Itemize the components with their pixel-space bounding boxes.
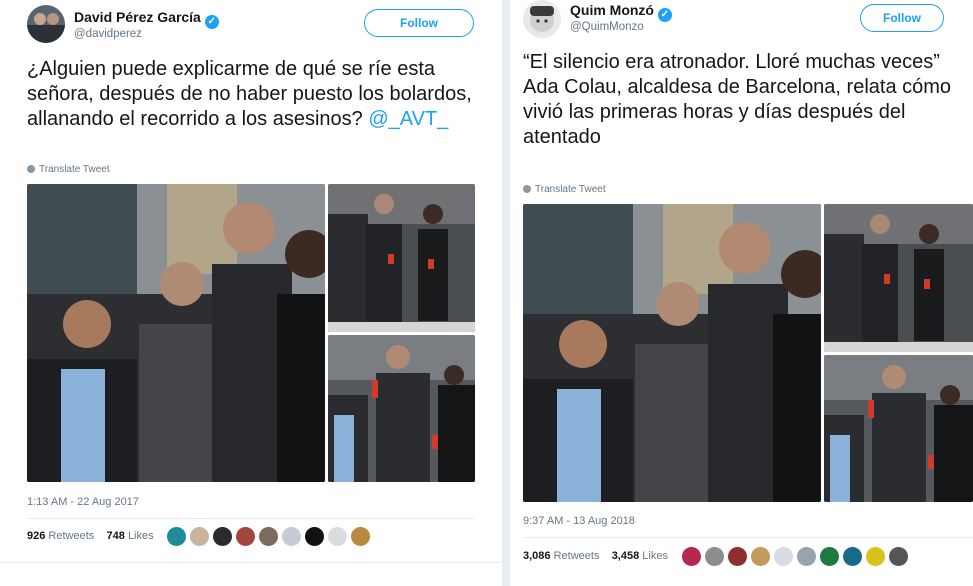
verified-badge-icon: ✓ xyxy=(658,8,672,22)
globe-icon xyxy=(523,185,531,193)
translate-tweet-link[interactable]: Translate Tweet xyxy=(523,184,606,195)
likes-label: Likes xyxy=(642,550,668,562)
tweet-card-2: Quim Monzó ✓ @QuimMonzo Follow “El silenc… xyxy=(510,0,973,586)
tweet-photo-3[interactable] xyxy=(328,335,475,482)
photo-image xyxy=(328,335,475,482)
retweets-label: Retweets xyxy=(48,530,95,542)
tweet-photo-2[interactable] xyxy=(824,204,973,352)
liker-avatar[interactable] xyxy=(797,547,816,566)
liker-avatar[interactable] xyxy=(728,547,747,566)
liker-avatar[interactable] xyxy=(705,547,724,566)
liker-avatar[interactable] xyxy=(190,527,209,546)
tweet-card-1: David Pérez García ✓ @davidperez Follow ¿… xyxy=(0,0,501,586)
author-name-text: Quim Monzó xyxy=(570,2,654,18)
liker-avatar[interactable] xyxy=(328,527,347,546)
liker-avatar[interactable] xyxy=(866,547,885,566)
retweets-label: Retweets xyxy=(553,550,600,562)
liker-avatar[interactable] xyxy=(682,547,701,566)
liker-avatar[interactable] xyxy=(889,547,908,566)
author-name[interactable]: David Pérez García ✓ xyxy=(74,9,219,29)
liker-avatars xyxy=(682,547,908,566)
liker-avatar[interactable] xyxy=(820,547,839,566)
column-divider xyxy=(502,0,510,586)
liker-avatar[interactable] xyxy=(167,527,186,546)
liker-avatar[interactable] xyxy=(282,527,301,546)
separator xyxy=(27,518,474,519)
retweets-stat[interactable]: 926 Retweets xyxy=(27,530,94,542)
likes-count: 748 xyxy=(106,530,125,542)
avatar-image xyxy=(523,0,561,38)
tweet-timestamp[interactable]: 9:37 AM - 13 Aug 2018 xyxy=(523,515,635,527)
liker-avatar[interactable] xyxy=(843,547,862,566)
tweet-timestamp[interactable]: 1:13 AM - 22 Aug 2017 xyxy=(27,496,139,508)
avatar[interactable] xyxy=(523,0,561,38)
verified-badge-icon: ✓ xyxy=(204,15,219,29)
avatar[interactable] xyxy=(27,5,65,43)
separator xyxy=(523,537,973,538)
author-handle[interactable]: @QuimMonzo xyxy=(570,21,644,33)
avatar-image xyxy=(27,5,65,43)
follow-button[interactable]: Follow xyxy=(364,9,474,37)
liker-avatars xyxy=(167,527,370,546)
mention-link[interactable]: @_AVT_ xyxy=(368,108,448,130)
photo-image xyxy=(27,184,325,482)
liker-avatar[interactable] xyxy=(351,527,370,546)
retweets-stat[interactable]: 3,086 Retweets xyxy=(523,550,599,562)
tweet-photo-3[interactable] xyxy=(824,355,973,502)
likes-stat[interactable]: 3,458 Likes xyxy=(612,550,668,562)
retweets-count: 926 xyxy=(27,530,46,542)
likes-label: Likes xyxy=(127,530,154,542)
translate-label: Translate Tweet xyxy=(535,184,606,195)
liker-avatar[interactable] xyxy=(751,547,770,566)
globe-icon xyxy=(27,165,35,173)
photo-image xyxy=(328,184,475,332)
tweet-photo-2[interactable] xyxy=(328,184,475,332)
liker-avatar[interactable] xyxy=(236,527,255,546)
retweets-count: 3,086 xyxy=(523,550,551,562)
author-name[interactable]: Quim Monzó ✓ xyxy=(570,2,672,22)
tweet-stats: 3,086 Retweets 3,458 Likes xyxy=(523,550,668,562)
liker-avatar[interactable] xyxy=(305,527,324,546)
author-name-text: David Pérez García xyxy=(74,9,201,25)
tweet-photo-main[interactable] xyxy=(27,184,325,482)
follow-button[interactable]: Follow xyxy=(860,4,944,32)
tweet-photo-main[interactable] xyxy=(523,204,821,502)
tweet-text-body: “El silencio era atronador. Lloré muchas… xyxy=(523,51,952,148)
author-handle[interactable]: @davidperez xyxy=(74,28,142,40)
liker-avatar[interactable] xyxy=(774,547,793,566)
tweet-stats: 926 Retweets 748 Likes xyxy=(27,530,154,542)
photo-image xyxy=(824,355,973,502)
translate-label: Translate Tweet xyxy=(39,164,110,175)
tweet-text: ¿Alguien puede explicarme de qué se ríe … xyxy=(27,57,487,132)
likes-stat[interactable]: 748 Likes xyxy=(107,530,154,542)
photo-image xyxy=(824,204,973,352)
tweet-text: “El silencio era atronador. Lloré muchas… xyxy=(523,50,968,150)
liker-avatar[interactable] xyxy=(259,527,278,546)
separator xyxy=(0,562,501,563)
translate-tweet-link[interactable]: Translate Tweet xyxy=(27,164,110,175)
likes-count: 3,458 xyxy=(611,550,640,562)
liker-avatar[interactable] xyxy=(213,527,232,546)
photo-image xyxy=(523,204,821,502)
